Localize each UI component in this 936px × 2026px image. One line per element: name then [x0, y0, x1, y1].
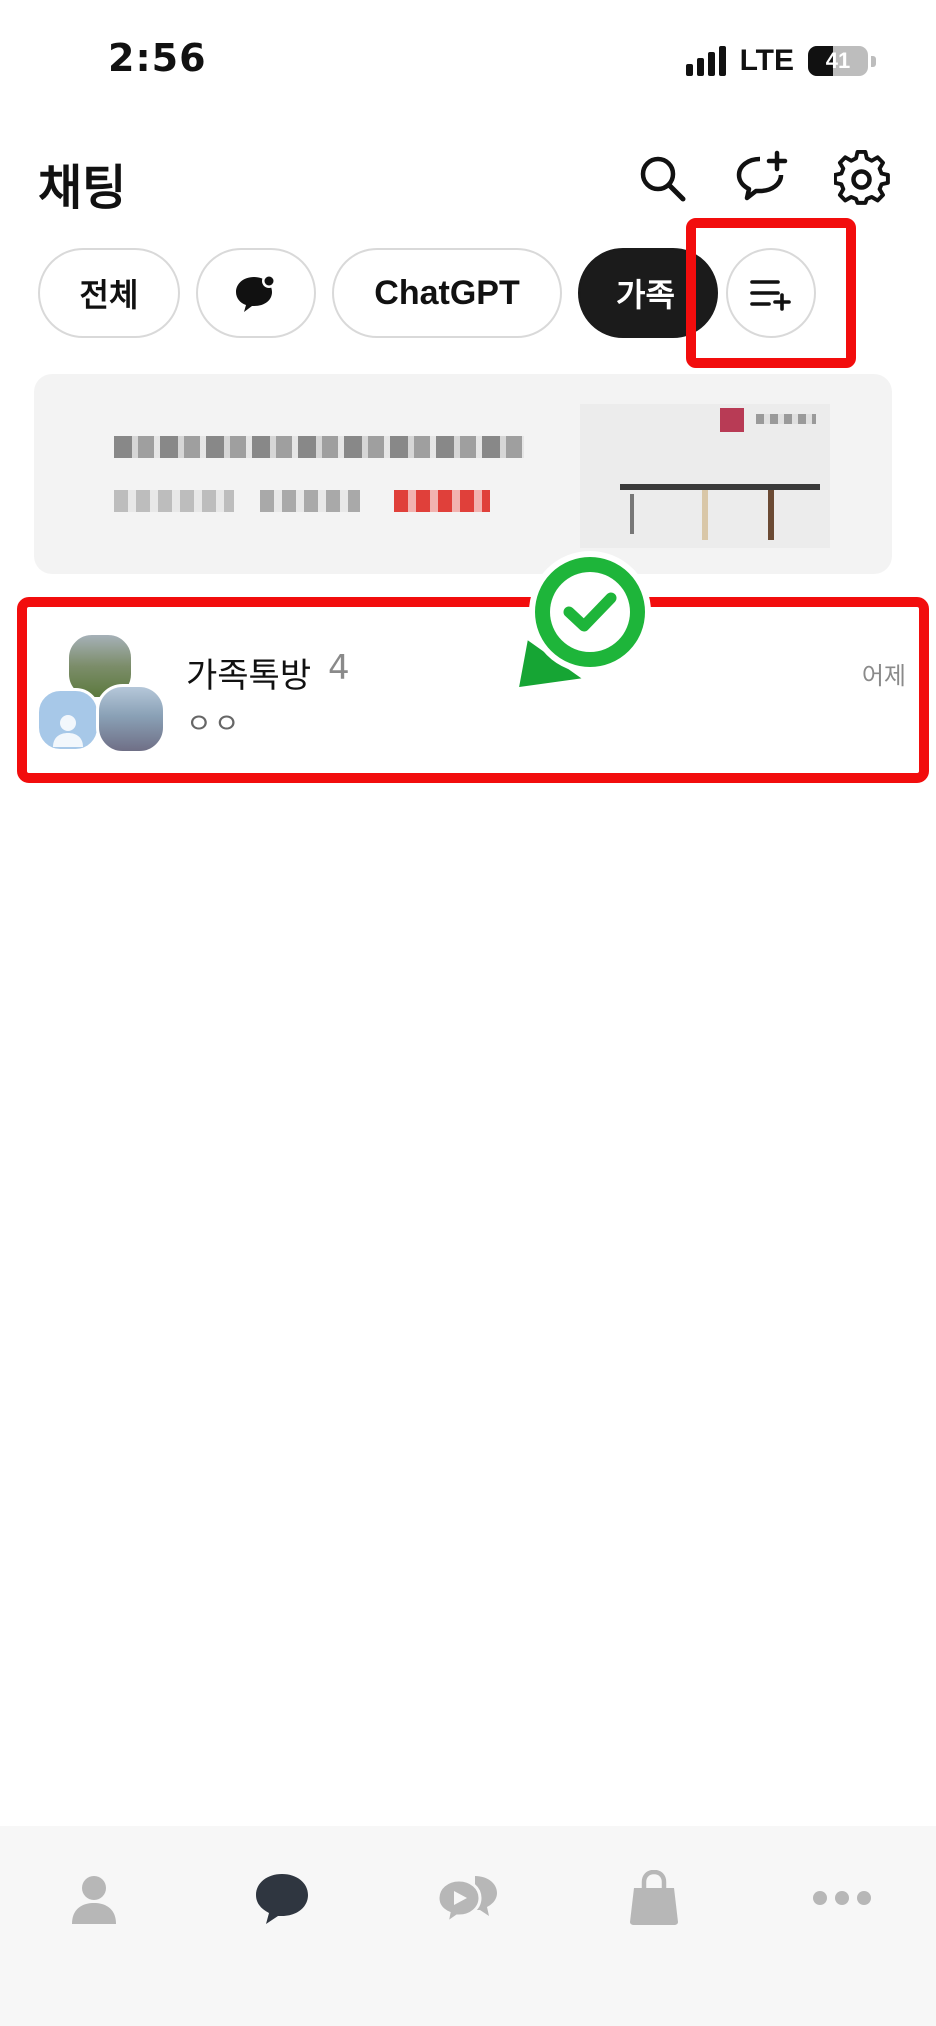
status-time: 2:56 — [108, 36, 207, 80]
chip-all[interactable]: 전체 — [38, 248, 180, 338]
ad-product-image — [580, 404, 830, 548]
ad-headline-blur — [114, 436, 524, 458]
ad-price-blur — [394, 490, 490, 512]
chip-openchat[interactable] — [196, 248, 316, 338]
openchat-icon — [236, 274, 276, 312]
settings-icon[interactable] — [834, 150, 890, 206]
check-badge-icon — [496, 548, 656, 708]
openchat-tab-icon[interactable] — [428, 1858, 508, 1938]
battery-level: 41 — [825, 48, 851, 73]
friends-icon[interactable] — [54, 1858, 134, 1938]
chats-icon[interactable] — [242, 1858, 322, 1938]
more-icon[interactable] — [802, 1858, 882, 1938]
highlight-box-add-folder — [686, 218, 856, 368]
page-title: 채팅 — [38, 160, 127, 216]
ad-subtext-blur — [114, 490, 234, 512]
search-icon[interactable] — [634, 150, 690, 206]
battery-icon: 41 — [808, 46, 868, 76]
highlight-box-chat-row — [17, 597, 929, 783]
bottom-tab-bar — [0, 1826, 936, 2026]
header-actions — [634, 150, 890, 206]
battery-cap — [871, 55, 876, 67]
ad-banner[interactable] — [34, 374, 892, 574]
signal-icon — [685, 46, 726, 76]
network-type: LTE — [739, 44, 794, 77]
ad-subtext-blur-2 — [260, 490, 360, 512]
status-bar: 2:56 LTE 41 — [0, 0, 936, 120]
status-indicators: LTE 41 — [685, 44, 876, 78]
filter-chips: 전체 ChatGPT 가족 — [38, 248, 718, 338]
shopping-icon[interactable] — [614, 1858, 694, 1938]
chip-chatgpt[interactable]: ChatGPT — [332, 248, 562, 338]
new-chat-icon[interactable] — [734, 150, 790, 206]
